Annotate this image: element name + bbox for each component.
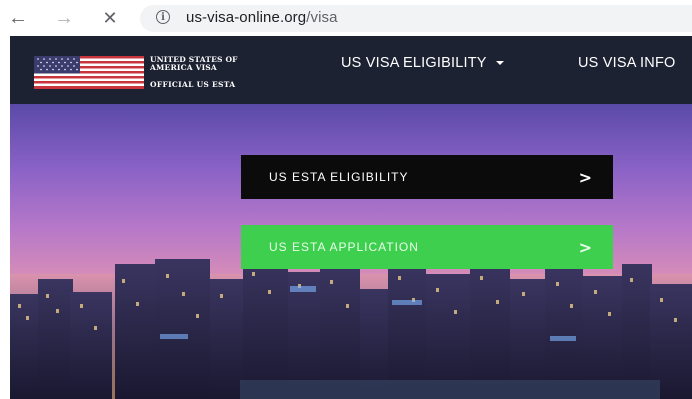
url-text[interactable]: us-visa-online.org/visa	[186, 9, 338, 26]
nav-label: US VISA INFO	[578, 55, 676, 71]
url-domain: us-visa-online.org	[186, 9, 307, 26]
info-icon[interactable]: i	[156, 10, 170, 24]
caret-down-icon	[495, 61, 504, 66]
brand-title: UNITED STATES OF AMERICA VISA	[150, 55, 238, 72]
button-label: US ESTA ELIGIBILITY	[269, 170, 409, 184]
esta-eligibility-button[interactable]: US ESTA ELIGIBILITY >	[241, 155, 613, 199]
brand-text[interactable]: UNITED STATES OF AMERICA VISA OFFICIAL U…	[150, 55, 280, 90]
chevron-right-icon: >	[578, 167, 593, 187]
nav-visa-eligibility[interactable]: US VISA ELIGIBILITY	[341, 55, 504, 71]
brand-subtitle: OFFICIAL US ESTA	[150, 80, 236, 89]
us-flag-logo[interactable]	[34, 56, 144, 89]
url-path: /visa	[306, 9, 338, 26]
nav-visa-info[interactable]: US VISA INFO	[578, 55, 675, 71]
nav-label: US VISA ELIGIBILITY	[341, 55, 487, 71]
esta-application-button[interactable]: US ESTA APPLICATION >	[241, 225, 613, 269]
address-bar[interactable]: i us-visa-online.org/visa	[140, 5, 692, 32]
button-label: US ESTA APPLICATION	[269, 240, 419, 254]
hero-banner: US ESTA ELIGIBILITY > US ESTA APPLICATIO…	[10, 104, 692, 399]
site-header: UNITED STATES OF AMERICA VISA OFFICIAL U…	[10, 36, 692, 104]
chevron-right-icon: >	[578, 237, 593, 257]
arrow-left-icon[interactable]: ←	[6, 6, 30, 30]
arrow-right-icon[interactable]: →	[52, 6, 76, 30]
close-icon[interactable]: ✕	[98, 6, 122, 30]
browser-toolbar: ← → ✕ i us-visa-online.org/visa	[0, 0, 692, 36]
